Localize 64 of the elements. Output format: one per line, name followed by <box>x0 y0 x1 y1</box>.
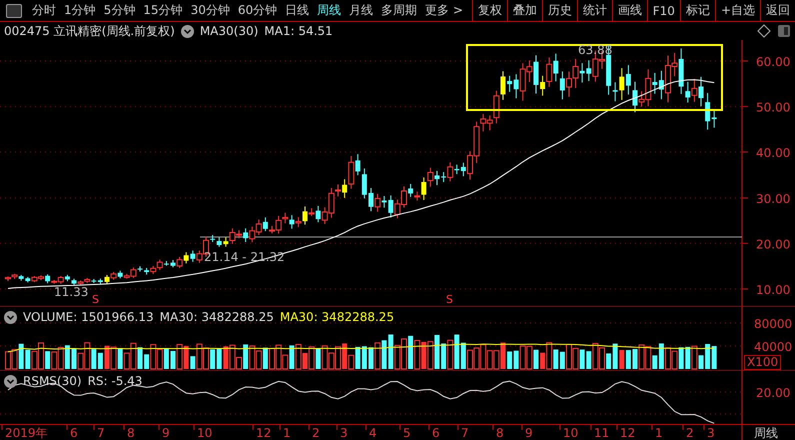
period-tab[interactable]: 周线 <box>313 0 346 21</box>
month-label: 6 <box>70 426 78 440</box>
month-label: 11 <box>594 426 610 440</box>
month-label: 3 <box>340 426 348 440</box>
period-tab[interactable]: 1分钟 <box>60 0 100 21</box>
month-label: 8 <box>127 426 135 440</box>
month-label: 10 <box>197 426 212 440</box>
month-label: 12 <box>256 426 272 440</box>
signal-marker: S <box>92 293 99 306</box>
signal-marker: S <box>446 293 453 306</box>
rs-indicator-name: RSMS(30) <box>23 374 82 388</box>
month-label: 2019年 <box>5 426 48 440</box>
rs-axis-label: 20.00 <box>756 386 790 400</box>
toolbar-button[interactable]: 画线 <box>612 0 647 21</box>
volume-ma-reading: MA30: 3482288.25 <box>160 310 274 324</box>
period-label: 周线 <box>754 426 778 440</box>
low-price-annotation: 11.33 <box>54 285 88 299</box>
toolbar-button[interactable]: 叠加 <box>506 0 542 21</box>
month-label: 3 <box>707 426 715 440</box>
volume-ma-reading: MA30: 3482288.25 <box>280 310 394 324</box>
toolbar-button[interactable]: 标记 <box>680 0 715 21</box>
period-tab[interactable]: 60分钟 <box>234 0 282 21</box>
toolbar-button[interactable]: 统计 <box>576 0 612 21</box>
period-tab[interactable]: 月线 <box>345 0 378 21</box>
month-label: 6 <box>432 426 440 440</box>
month-label: 5 <box>403 426 411 440</box>
month-label: 4 <box>369 426 377 440</box>
month-label: 12 <box>620 426 636 440</box>
volume-axis-label: 40000 <box>754 340 792 354</box>
period-tab[interactable]: 分时 <box>28 0 60 21</box>
stock-title: 002475 立讯精密(周线.前复权) <box>4 22 175 40</box>
volume-reading: VOLUME: 1501966.13 <box>23 310 154 324</box>
toolbar-button[interactable]: F10 <box>646 0 680 21</box>
indicator-name: MA30(30) <box>200 24 258 38</box>
toolbar-button[interactable]: 历史 <box>542 0 577 21</box>
price-axis-label: 20.00 <box>756 237 790 252</box>
volume-unit-label: X100 <box>744 355 782 370</box>
month-label: 9 <box>525 426 533 440</box>
period-tab[interactable]: 15分钟 <box>139 0 187 21</box>
month-label: 9 <box>162 426 170 440</box>
month-label: 10 <box>563 426 578 440</box>
toolbar-button[interactable]: 返回 <box>760 0 795 21</box>
rs-reading: RS: -5.43 <box>88 374 142 388</box>
month-label: 7 <box>461 426 469 440</box>
month-label: 1 <box>283 426 291 440</box>
toolbar-button[interactable]: 复权 <box>472 0 507 21</box>
month-label: 1 <box>655 426 663 440</box>
month-label: 2 <box>686 426 694 440</box>
toolbar-button[interactable]: +自选 <box>714 0 760 21</box>
price-axis-label: 40.00 <box>756 146 790 160</box>
month-label: 8 <box>496 426 504 440</box>
price-axis-label: 10.00 <box>756 283 790 297</box>
volume-axis-label: 80000 <box>754 317 792 331</box>
month-label: 2 <box>312 426 320 440</box>
month-label: 7 <box>97 426 105 440</box>
price-axis-label: 60.00 <box>756 55 790 69</box>
ma-reading: MA1: 54.51 <box>264 24 333 38</box>
price-axis-label: 50.00 <box>756 100 790 115</box>
period-tab[interactable]: 日线 <box>281 0 314 21</box>
period-tab[interactable]: 多周期 <box>377 0 422 21</box>
period-tab[interactable]: 30分钟 <box>186 0 234 21</box>
period-tab[interactable]: 5分钟 <box>100 0 140 21</box>
price-axis-label: 30.00 <box>756 192 790 206</box>
period-tab[interactable]: 更多 > <box>421 0 467 21</box>
